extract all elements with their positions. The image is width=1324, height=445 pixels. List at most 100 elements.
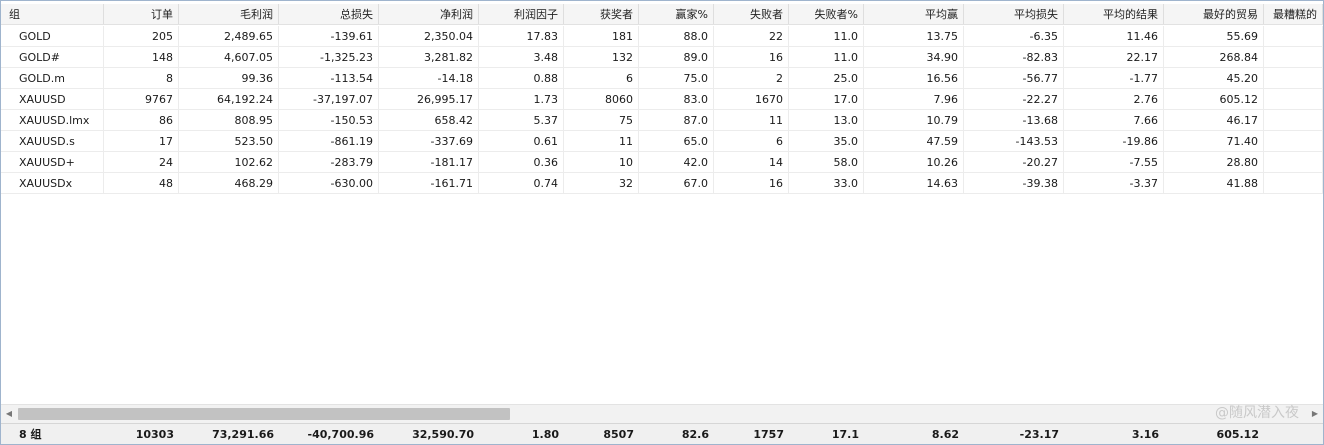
column-header-net-profit[interactable]: 净利润 <box>379 4 479 24</box>
cell-gross-profit: 99.36 <box>179 68 279 88</box>
footer-cell-avg-win: 8.62 <box>931 428 959 441</box>
footer-cell-winners: 8507 <box>603 428 634 441</box>
cell-losers-pct: 33.0 <box>789 173 864 193</box>
cell-gross-profit: 4,607.05 <box>179 47 279 67</box>
scroll-left-arrow-icon[interactable]: ◀ <box>1 405 17 423</box>
column-header-total-loss[interactable]: 总损失 <box>279 4 379 24</box>
cell-total-loss: -283.79 <box>279 152 379 172</box>
cell-total-loss: -139.61 <box>279 26 379 46</box>
column-header-orders[interactable]: 订单 <box>104 4 179 24</box>
cell-avg-result: -19.86 <box>1064 131 1164 151</box>
cell-group: XAUUSD <box>1 89 104 109</box>
footer-cell-winners-pct: 82.6 <box>681 428 709 441</box>
column-header-worst-trade[interactable]: 最糟糕的 <box>1264 4 1323 24</box>
column-header-group[interactable]: 组 <box>1 4 104 24</box>
cell-orders: 205 <box>104 26 179 46</box>
table-header: 组订单 毛利润 总损失 净利润 利润因子 获奖者 赢家% 失败者 失败者% 平均赢 平均损失 平均的结… <box>1 4 1323 25</box>
cell-avg-win: 13.75 <box>864 26 964 46</box>
column-header-winners[interactable]: 获奖者 <box>564 4 639 24</box>
column-header-winners-pct[interactable]: 赢家% <box>639 4 714 24</box>
footer-cell-losers-pct: 17.1 <box>831 428 859 441</box>
cell-profit-factor: 0.88 <box>479 68 564 88</box>
cell-best-trade: 55.69 <box>1164 26 1264 46</box>
column-header-losers-pct[interactable]: 失败者% <box>789 4 864 24</box>
cell-worst-trade <box>1264 110 1323 130</box>
horizontal-scrollbar[interactable]: ◀ ▶ <box>1 404 1323 423</box>
cell-profit-factor: 3.48 <box>479 47 564 67</box>
cell-gross-profit: 808.95 <box>179 110 279 130</box>
cell-losers-pct: 58.0 <box>789 152 864 172</box>
column-header-gross-profit[interactable]: 毛利润 <box>179 4 279 24</box>
footer-cell-orders: 10303 <box>135 428 174 441</box>
cell-best-trade: 605.12 <box>1164 89 1264 109</box>
cell-losers-pct: 11.0 <box>789 47 864 67</box>
cell-orders: 8 <box>104 68 179 88</box>
column-header-best-trade[interactable]: 最好的贸易 <box>1164 4 1264 24</box>
cell-winners: 11 <box>564 131 639 151</box>
cell-net-profit: 3,281.82 <box>379 47 479 67</box>
cell-losers-pct: 11.0 <box>789 26 864 46</box>
cell-losers: 16 <box>714 173 789 193</box>
cell-avg-win: 10.79 <box>864 110 964 130</box>
cell-losers-pct: 35.0 <box>789 131 864 151</box>
cell-profit-factor: 1.73 <box>479 89 564 109</box>
cell-losers: 14 <box>714 152 789 172</box>
cell-best-trade: 46.17 <box>1164 110 1264 130</box>
cell-winners-pct: 67.0 <box>639 173 714 193</box>
table-footer-totals: 8 组 10303 73,291.66 -40,700.96 32,590.70 1.80… <box>1 423 1323 444</box>
column-header-avg-result[interactable]: 平均的结果 <box>1064 4 1164 24</box>
scroll-thumb[interactable] <box>18 408 510 420</box>
table-row[interactable]: GOLD# 148 4,607.05 -1,325.23 3,281.82 3.48 132… <box>1 47 1323 68</box>
footer-cell-gross-profit: 73,291.66 <box>212 428 274 441</box>
cell-gross-profit: 102.62 <box>179 152 279 172</box>
cell-losers: 6 <box>714 131 789 151</box>
cell-total-loss: -861.19 <box>279 131 379 151</box>
cell-group: GOLD.m <box>1 68 104 88</box>
cell-best-trade: 28.80 <box>1164 152 1264 172</box>
cell-worst-trade <box>1264 68 1323 88</box>
cell-winners-pct: 89.0 <box>639 47 714 67</box>
footer-cell-group: 8 组 <box>19 428 42 441</box>
cell-best-trade: 45.20 <box>1164 68 1264 88</box>
column-header-avg-win[interactable]: 平均赢 <box>864 4 964 24</box>
table-row[interactable]: XAUUSD.s 17 523.50 -861.19 -337.69 0.61 11 65.0… <box>1 131 1323 152</box>
cell-group: XAUUSDx <box>1 173 104 193</box>
table-row[interactable]: XAUUSD.lmx 86 808.95 -150.53 658.42 5.37 75 87.… <box>1 110 1323 131</box>
cell-net-profit: -161.71 <box>379 173 479 193</box>
cell-total-loss: -1,325.23 <box>279 47 379 67</box>
cell-avg-win: 14.63 <box>864 173 964 193</box>
cell-total-loss: -37,197.07 <box>279 89 379 109</box>
column-header-losers[interactable]: 失败者 <box>714 4 789 24</box>
cell-orders: 86 <box>104 110 179 130</box>
cell-avg-win: 47.59 <box>864 131 964 151</box>
cell-group: GOLD# <box>1 47 104 67</box>
cell-winners: 32 <box>564 173 639 193</box>
cell-avg-result: 11.46 <box>1064 26 1164 46</box>
cell-orders: 48 <box>104 173 179 193</box>
footer-cell-avg-result: 3.16 <box>1131 428 1159 441</box>
cell-winners: 6 <box>564 68 639 88</box>
table-row[interactable]: XAUUSDx 48 468.29 -630.00 -161.71 0.74 32 67.0 1… <box>1 173 1323 194</box>
footer-cell-losers: 1757 <box>753 428 784 441</box>
cell-losers: 1670 <box>714 89 789 109</box>
table-row[interactable]: XAUUSD+ 24 102.62 -283.79 -181.17 0.36 10 42.0 1… <box>1 152 1323 173</box>
cell-avg-result: 22.17 <box>1064 47 1164 67</box>
column-header-avg-loss[interactable]: 平均损失 <box>964 4 1064 24</box>
scroll-right-arrow-icon[interactable]: ▶ <box>1307 405 1323 423</box>
cell-avg-loss: -39.38 <box>964 173 1064 193</box>
table-row[interactable]: GOLD.m 8 99.36 -113.54 -14.18 0.88 6 75.0 2 25.0 1… <box>1 68 1323 89</box>
cell-orders: 17 <box>104 131 179 151</box>
cell-net-profit: 2,350.04 <box>379 26 479 46</box>
cell-losers: 16 <box>714 47 789 67</box>
cell-avg-win: 10.26 <box>864 152 964 172</box>
column-header-profit-factor[interactable]: 利润因子 <box>479 4 564 24</box>
table-row[interactable]: XAUUSD 9767 64,192.24 -37,197.07 26,995.17 1.… <box>1 89 1323 110</box>
cell-group: XAUUSD+ <box>1 152 104 172</box>
cell-losers: 22 <box>714 26 789 46</box>
table-row[interactable]: GOLD 205 2,489.65 -139.61 2,350.04 17.83 181 88… <box>1 26 1323 47</box>
cell-avg-loss: -6.35 <box>964 26 1064 46</box>
footer-cell-profit-factor: 1.80 <box>531 428 559 441</box>
cell-avg-result: -1.77 <box>1064 68 1164 88</box>
cell-avg-loss: -13.68 <box>964 110 1064 130</box>
footer-cell-best-trade: 605.12 <box>1216 428 1259 441</box>
